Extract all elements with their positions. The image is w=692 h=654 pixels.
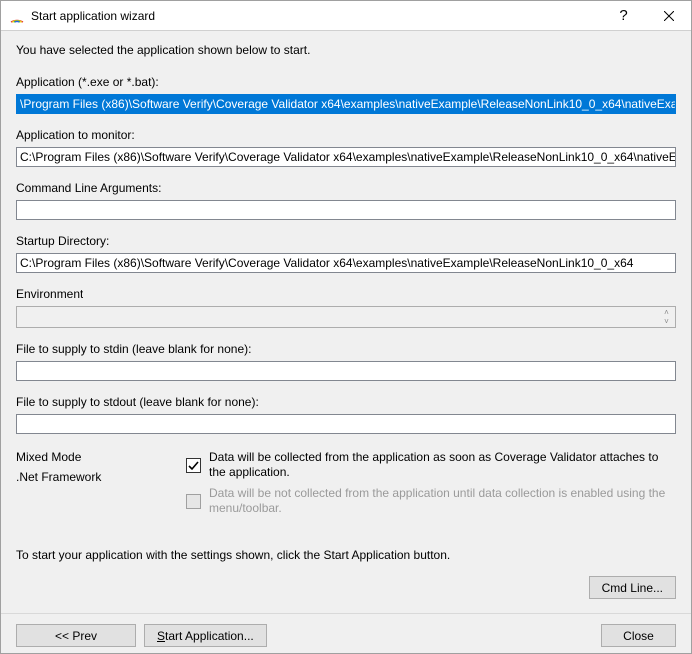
monitor-label: Application to monitor: [16,128,676,145]
body-spacer [16,516,676,548]
args-group: Command Line Arguments: [16,177,676,220]
stdout-group: File to supply to stdout (leave blank fo… [16,391,676,434]
app-icon [9,8,25,24]
help-button[interactable]: ? [601,1,646,31]
close-button[interactable]: Close [601,624,676,647]
cmd-row: Cmd Line... [16,576,676,599]
startup-input[interactable]: C:\Program Files (x86)\Software Verify\C… [16,253,676,273]
monitor-group: Application to monitor: C:\Program Files… [16,124,676,167]
prev-button[interactable]: << Prev [16,624,136,647]
collect-immediately-checkbox[interactable] [186,458,201,473]
wizard-window: Start application wizard ? You have sele… [0,0,692,654]
args-label: Command Line Arguments: [16,181,676,198]
mixed-mode-label: Mixed Mode [16,450,186,464]
stdin-group: File to supply to stdin (leave blank for… [16,338,676,381]
mixed-right-col: Data will be collected from the applicat… [186,450,676,516]
window-title: Start application wizard [31,9,601,23]
stdout-label: File to supply to stdout (leave blank fo… [16,395,676,412]
mixed-mode-row: Mixed Mode .Net Framework Data will be c… [16,450,676,516]
intro-text: You have selected the application shown … [16,43,676,57]
env-input[interactable]: ˄ ˅ [16,306,676,328]
collect-deferred-checkbox-row: Data will be not collected from the appl… [186,486,676,516]
chevron-down-icon[interactable]: ˅ [659,317,674,326]
button-bar: << Prev Start Application... Close [16,624,676,647]
startup-group: Startup Directory: C:\Program Files (x86… [16,230,676,273]
collect-immediately-label: Data will be collected from the applicat… [209,450,676,480]
close-icon [664,11,674,21]
cmd-line-button[interactable]: Cmd Line... [589,576,676,599]
footer-separator [1,613,691,614]
stdout-input[interactable] [16,414,676,434]
startup-label: Startup Directory: [16,234,676,251]
env-group: Environment ˄ ˅ [16,283,676,328]
wizard-body: You have selected the application shown … [1,31,691,653]
start-instruction: To start your application with the setti… [16,548,676,562]
monitor-input[interactable]: C:\Program Files (x86)\Software Verify\C… [16,147,676,167]
titlebar: Start application wizard ? [1,1,691,31]
application-input[interactable]: \Program Files (x86)\Software Verify\Cov… [16,94,676,114]
env-label: Environment [16,287,676,304]
collect-deferred-checkbox [186,494,201,509]
collect-deferred-label: Data will be not collected from the appl… [209,486,676,516]
args-input[interactable] [16,200,676,220]
start-application-button[interactable]: Start Application... [144,624,267,647]
close-window-button[interactable] [646,1,691,31]
chevron-up-icon[interactable]: ˄ [659,308,674,317]
application-group: Application (*.exe or *.bat): \Program F… [16,71,676,114]
stdin-label: File to supply to stdin (leave blank for… [16,342,676,359]
application-label: Application (*.exe or *.bat): [16,75,676,92]
env-spinner[interactable]: ˄ ˅ [659,308,674,326]
stdin-input[interactable] [16,361,676,381]
checkmark-icon [187,459,200,472]
net-framework-label: .Net Framework [16,470,186,484]
collect-immediately-checkbox-row: Data will be collected from the applicat… [186,450,676,480]
mixed-left-col: Mixed Mode .Net Framework [16,450,186,484]
